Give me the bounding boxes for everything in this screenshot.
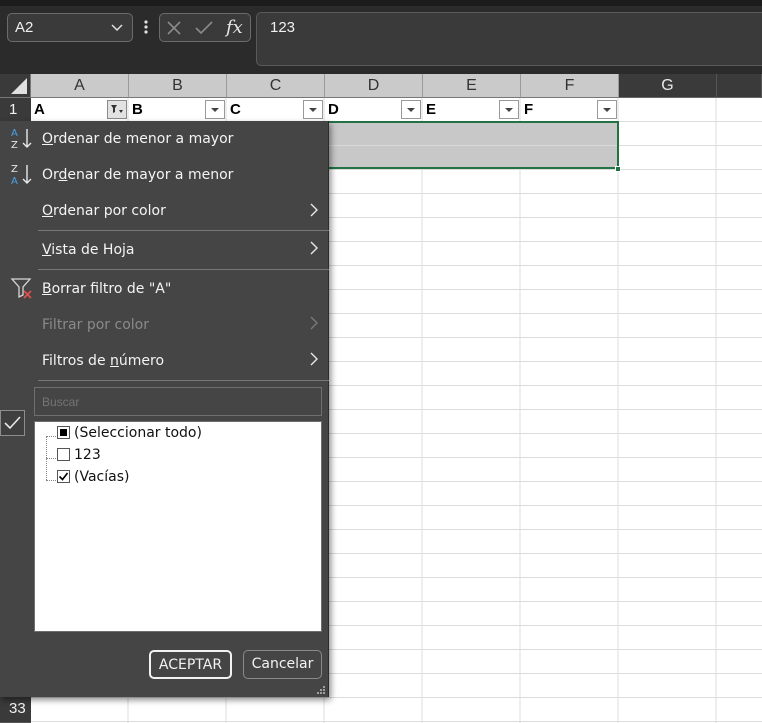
dropdown-arrow-icon	[211, 108, 219, 112]
header-cell-b[interactable]: B	[129, 98, 204, 122]
header-cell-d[interactable]: D	[325, 98, 400, 122]
value-checkbox-empty[interactable]	[57, 470, 70, 483]
chevron-right-icon	[310, 352, 318, 366]
filter-button-e[interactable]	[499, 100, 519, 119]
sort-descending-item[interactable]: Ordenar de mayor a menor	[42, 167, 233, 183]
column-header-a[interactable]: A	[31, 74, 129, 98]
list-item[interactable]: (Vacías)	[74, 469, 129, 485]
number-filters-item[interactable]: Filtros de número	[42, 353, 164, 369]
filter-button-d[interactable]	[401, 100, 421, 119]
sort-by-color-item[interactable]: Ordenar por color	[42, 203, 166, 219]
name-box[interactable]: A2	[7, 13, 133, 42]
column-header-c[interactable]: C	[227, 74, 325, 98]
chevron-down-icon[interactable]	[110, 20, 124, 34]
formula-controls: fx	[159, 13, 251, 42]
filter-button-c[interactable]	[303, 100, 323, 119]
svg-text:Z: Z	[11, 164, 18, 175]
dropdown-arrow-icon	[407, 108, 415, 112]
select-all-triangle-icon	[11, 78, 27, 94]
dropdown-arrow-icon	[309, 108, 317, 112]
sort-descending-icon: Z A	[11, 164, 32, 186]
menu-separator	[38, 269, 329, 270]
sort-ascending-item[interactable]: Ordenar de menor a mayor	[42, 131, 233, 147]
column-header-e[interactable]: E	[423, 74, 521, 98]
chevron-right-icon	[310, 316, 318, 330]
dropdown-arrow-icon	[603, 108, 611, 112]
menu-separator	[38, 380, 329, 381]
search-input[interactable]	[34, 387, 322, 416]
autofilter-dropdown: A Z Ordenar de menor a mayor Z A Ordenar…	[0, 121, 329, 697]
apply-checkmark-button[interactable]	[0, 410, 25, 436]
ribbon-edge	[0, 0, 762, 6]
resize-grip-icon[interactable]	[317, 686, 326, 695]
svg-text:A: A	[11, 128, 18, 139]
sheet-view-item[interactable]: Vista de Hoja	[42, 242, 135, 258]
select-all-checkbox[interactable]	[57, 426, 70, 439]
ok-button[interactable]: ACEPTAR	[149, 650, 232, 679]
name-box-value: A2	[15, 19, 34, 36]
more-options-icon[interactable]	[141, 17, 151, 37]
chevron-right-icon	[310, 241, 318, 255]
sort-ascending-icon: A Z	[11, 128, 32, 150]
filter-applied-icon	[111, 105, 123, 113]
cancel-button[interactable]: Cancelar	[243, 650, 322, 679]
svg-text:A: A	[11, 176, 18, 186]
checkmark-icon	[58, 472, 69, 481]
fill-handle[interactable]	[615, 166, 621, 172]
list-item[interactable]: (Seleccionar todo)	[74, 425, 202, 441]
select-all-corner[interactable]	[0, 74, 31, 98]
column-header-f[interactable]: F	[521, 74, 619, 98]
header-cell-a[interactable]: A	[31, 98, 106, 122]
cancel-entry-icon[interactable]	[166, 20, 182, 36]
filter-button-f[interactable]	[597, 100, 617, 119]
header-cell-f[interactable]: F	[521, 98, 596, 122]
column-header-d[interactable]: D	[325, 74, 423, 98]
clear-filter-item[interactable]: Borrar filtro de "A"	[42, 281, 171, 297]
selected-range[interactable]	[325, 121, 619, 169]
chevron-right-icon	[310, 203, 318, 217]
list-item[interactable]: 123	[74, 447, 101, 463]
header-cell-e[interactable]: E	[423, 98, 498, 122]
checkmark-icon	[4, 416, 21, 430]
clear-filter-icon	[10, 278, 32, 299]
formula-input[interactable]: 123	[256, 12, 762, 66]
menu-separator	[38, 230, 329, 231]
confirm-entry-icon[interactable]	[194, 20, 214, 36]
filter-button-a[interactable]	[107, 100, 127, 119]
value-checkbox-123[interactable]	[57, 448, 70, 461]
column-header-g[interactable]: G	[619, 74, 717, 98]
column-header-h[interactable]	[717, 74, 762, 98]
dropdown-arrow-icon	[505, 108, 513, 112]
header-cell-c[interactable]: C	[227, 98, 302, 122]
row-header-1[interactable]: 1	[0, 98, 31, 122]
filter-by-color-item: Filtrar por color	[42, 317, 149, 333]
svg-text:Z: Z	[11, 140, 18, 150]
column-header-b[interactable]: B	[129, 74, 227, 98]
row-header-33[interactable]: 33	[0, 697, 31, 723]
formula-toolbar: A2 fx 123	[0, 0, 762, 74]
filter-values-list: (Seleccionar todo) 123 (Vacías)	[34, 421, 322, 632]
filter-button-b[interactable]	[205, 100, 225, 119]
insert-function-icon[interactable]: fx	[226, 17, 243, 38]
